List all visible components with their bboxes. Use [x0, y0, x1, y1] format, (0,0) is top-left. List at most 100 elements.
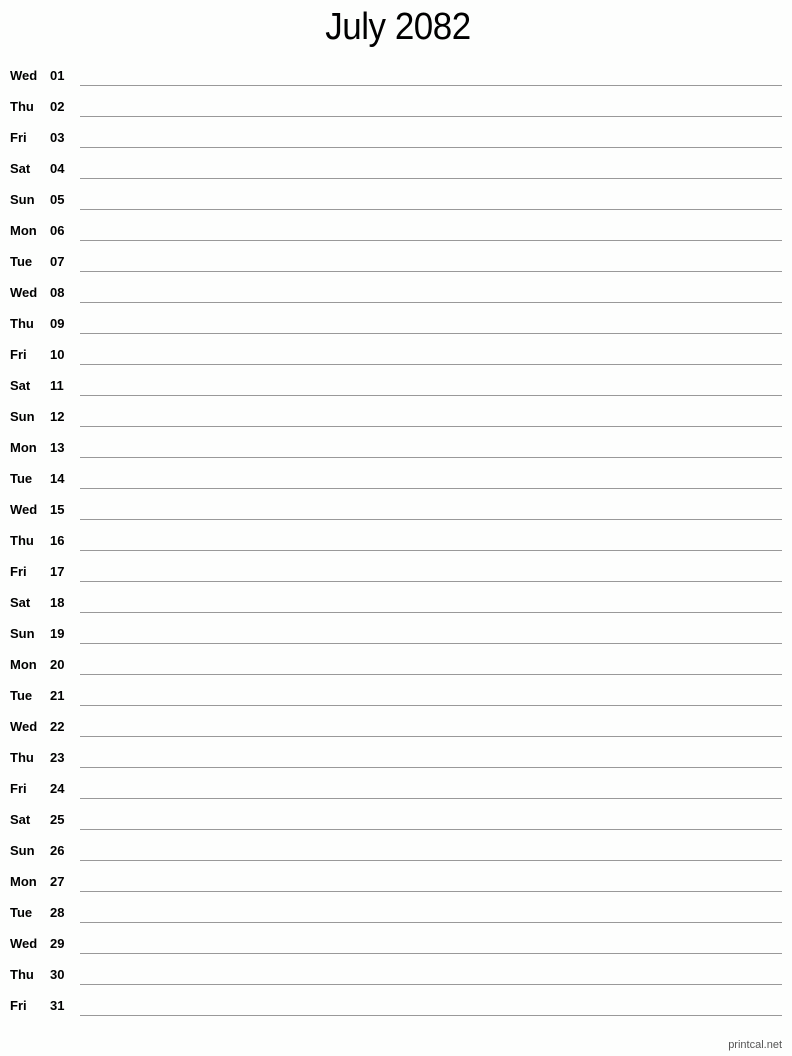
writing-line[interactable] [80, 364, 782, 365]
day-number: 16 [50, 533, 65, 548]
footer-credit: printcal.net [728, 1039, 782, 1051]
day-number: 07 [50, 254, 65, 269]
day-of-week: Mon [10, 657, 37, 672]
day-of-week: Sun [10, 192, 35, 207]
writing-line[interactable] [80, 798, 782, 799]
day-row: Wed 01 [0, 59, 792, 90]
day-row: Fri 31 [0, 989, 792, 1020]
day-of-week: Sun [10, 626, 35, 641]
day-number: 17 [50, 564, 65, 579]
day-of-week: Sat [10, 812, 31, 827]
day-row: Wed 29 [0, 927, 792, 958]
day-number: 23 [50, 750, 65, 765]
day-number: 01 [50, 68, 65, 83]
day-of-week: Thu [10, 533, 34, 548]
writing-line[interactable] [80, 550, 782, 551]
day-number: 12 [50, 409, 65, 424]
day-of-week: Fri [10, 781, 27, 796]
day-of-week: Wed [10, 719, 38, 734]
writing-line[interactable] [80, 767, 782, 768]
day-of-week: Sun [10, 409, 35, 424]
day-row: Thu 09 [0, 307, 792, 338]
writing-line[interactable] [80, 178, 782, 179]
day-of-week: Tue [10, 254, 33, 269]
writing-line[interactable] [80, 643, 782, 644]
day-number: 20 [50, 657, 65, 672]
day-number: 30 [50, 967, 65, 982]
day-number: 11 [50, 378, 64, 393]
day-of-week: Wed [10, 502, 38, 517]
writing-line[interactable] [80, 829, 782, 830]
writing-line[interactable] [80, 488, 782, 489]
day-row: Fri 17 [0, 555, 792, 586]
day-number: 14 [50, 471, 65, 486]
day-of-week: Sat [10, 161, 31, 176]
day-number: 05 [50, 192, 65, 207]
writing-line[interactable] [80, 240, 782, 241]
day-row: Thu 30 [0, 958, 792, 989]
day-number: 24 [50, 781, 65, 796]
page-title: July 2082 [325, 6, 471, 48]
writing-line[interactable] [80, 116, 782, 117]
day-of-week: Mon [10, 874, 37, 889]
day-row: Wed 22 [0, 710, 792, 741]
day-row: Sun 12 [0, 400, 792, 431]
day-row: Sun 05 [0, 183, 792, 214]
day-number: 21 [50, 688, 65, 703]
day-of-week: Mon [10, 440, 37, 455]
day-number: 06 [50, 223, 65, 238]
day-number: 02 [50, 99, 65, 114]
day-of-week: Wed [10, 936, 38, 951]
writing-line[interactable] [80, 519, 782, 520]
writing-line[interactable] [80, 612, 782, 613]
day-number: 10 [50, 347, 65, 362]
day-number: 13 [50, 440, 65, 455]
writing-line[interactable] [80, 891, 782, 892]
writing-line[interactable] [80, 271, 782, 272]
writing-line[interactable] [80, 302, 782, 303]
day-row: Mon 13 [0, 431, 792, 462]
writing-line[interactable] [80, 85, 782, 86]
day-row: Fri 24 [0, 772, 792, 803]
writing-line[interactable] [80, 147, 782, 148]
writing-line[interactable] [80, 1015, 782, 1016]
writing-line[interactable] [80, 395, 782, 396]
day-number: 08 [50, 285, 65, 300]
writing-line[interactable] [80, 426, 782, 427]
writing-line[interactable] [80, 209, 782, 210]
day-of-week: Tue [10, 905, 33, 920]
day-row: Sat 25 [0, 803, 792, 834]
day-row: Sun 26 [0, 834, 792, 865]
day-number: 18 [50, 595, 65, 610]
day-of-week: Fri [10, 998, 27, 1013]
writing-line[interactable] [80, 984, 782, 985]
writing-line[interactable] [80, 736, 782, 737]
day-number: 03 [50, 130, 65, 145]
day-of-week: Fri [10, 564, 27, 579]
writing-line[interactable] [80, 457, 782, 458]
day-row: Tue 28 [0, 896, 792, 927]
day-row: Thu 16 [0, 524, 792, 555]
day-of-week: Sat [10, 378, 31, 393]
writing-line[interactable] [80, 705, 782, 706]
day-of-week: Thu [10, 750, 34, 765]
day-row: Wed 08 [0, 276, 792, 307]
writing-line[interactable] [80, 581, 782, 582]
day-number: 22 [50, 719, 65, 734]
writing-line[interactable] [80, 922, 782, 923]
day-number: 31 [50, 998, 65, 1013]
writing-line[interactable] [80, 674, 782, 675]
writing-line[interactable] [80, 333, 782, 334]
day-row: Sun 19 [0, 617, 792, 648]
day-row: Fri 03 [0, 121, 792, 152]
day-of-week: Sat [10, 595, 31, 610]
day-of-week: Sun [10, 843, 35, 858]
day-number: 28 [50, 905, 65, 920]
day-of-week: Thu [10, 316, 34, 331]
day-number: 29 [50, 936, 65, 951]
day-row: Mon 20 [0, 648, 792, 679]
writing-line[interactable] [80, 953, 782, 954]
writing-line[interactable] [80, 860, 782, 861]
day-row: Sat 18 [0, 586, 792, 617]
day-number: 04 [50, 161, 65, 176]
